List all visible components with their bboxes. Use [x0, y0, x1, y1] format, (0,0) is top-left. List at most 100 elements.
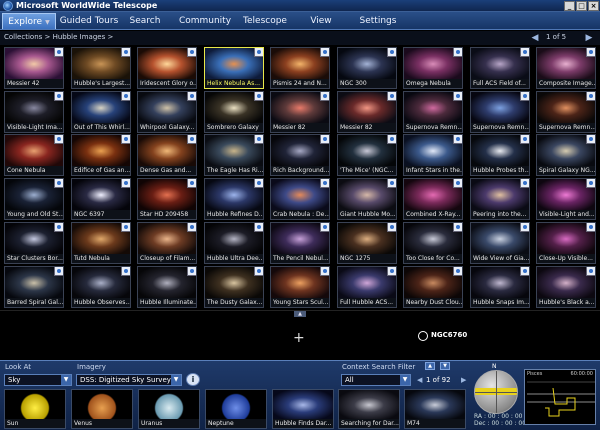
web-link-icon[interactable] — [187, 92, 196, 101]
web-link-icon[interactable] — [453, 48, 462, 57]
thumbnail-card[interactable]: Hubble Illuminate... — [137, 266, 197, 308]
planet-card[interactable]: Venus — [71, 389, 133, 429]
web-link-icon[interactable] — [387, 267, 396, 276]
thumbnail-card[interactable]: Crab Nebula : De... — [270, 178, 330, 220]
thumbnail-card[interactable]: Supernova Remn... — [536, 91, 596, 133]
tab-guided-tours[interactable]: Guided Tours — [58, 13, 120, 29]
web-link-icon[interactable] — [121, 135, 130, 144]
web-link-icon[interactable] — [320, 135, 329, 144]
web-link-icon[interactable] — [254, 223, 263, 232]
thumbnail-card[interactable]: NGC 1275 — [337, 222, 397, 264]
web-link-icon[interactable] — [320, 267, 329, 276]
web-link-icon[interactable] — [54, 223, 63, 232]
thumbnail-card[interactable]: Young Stars Scul... — [270, 266, 330, 308]
thumbnail-card[interactable]: Closeup of Filam... — [137, 222, 197, 264]
web-link-icon[interactable] — [320, 48, 329, 57]
info-button[interactable]: i — [186, 373, 200, 386]
tab-telescope[interactable]: Telescope — [240, 13, 290, 29]
thumbnail-card[interactable]: Messier 42 — [4, 47, 64, 89]
thumbnail-card[interactable]: Hubble Snaps Im... — [470, 266, 530, 308]
web-link-icon[interactable] — [187, 48, 196, 57]
thumbnail-card[interactable]: 'The Mice' (NGC... — [337, 134, 397, 176]
web-link-icon[interactable] — [254, 135, 263, 144]
web-link-icon[interactable] — [121, 92, 130, 101]
web-link-icon[interactable] — [520, 267, 529, 276]
thumbnail-card[interactable]: Spiral Galaxy NG... — [536, 134, 596, 176]
minimize-button[interactable]: _ — [564, 1, 575, 11]
web-link-icon[interactable] — [586, 267, 595, 276]
web-link-icon[interactable] — [586, 179, 595, 188]
web-link-icon[interactable] — [387, 179, 396, 188]
thumbnail-card[interactable]: Messier 82 — [270, 91, 330, 133]
next-page-icon[interactable]: ▶ — [584, 32, 594, 44]
tab-search[interactable]: Search — [122, 13, 168, 29]
web-link-icon[interactable] — [320, 92, 329, 101]
maximize-button[interactable]: □ — [576, 1, 587, 11]
thumbnail-card[interactable]: Peering into the... — [470, 178, 530, 220]
thumbnail-card[interactable]: Full Hubble ACS... — [337, 266, 397, 308]
thumbnail-card[interactable]: Full ACS Field of... — [470, 47, 530, 89]
web-link-icon[interactable] — [187, 223, 196, 232]
thumbnail-card[interactable]: Cone Nebula — [4, 134, 64, 176]
web-link-icon[interactable] — [54, 92, 63, 101]
web-link-icon[interactable] — [453, 223, 462, 232]
thumbnail-card[interactable]: Combined X-Ray... — [403, 178, 463, 220]
web-link-icon[interactable] — [586, 223, 595, 232]
thumbnail-card[interactable]: Sombrero Galaxy — [204, 91, 264, 133]
web-link-icon[interactable] — [520, 48, 529, 57]
web-link-icon[interactable] — [387, 48, 396, 57]
thumbnail-card[interactable]: Visible-Light Ima... — [4, 91, 64, 133]
look-at-dropdown[interactable]: Sky ▼ — [4, 374, 72, 386]
web-link-icon[interactable] — [387, 135, 396, 144]
web-link-icon[interactable] — [453, 179, 462, 188]
context-filter-dropdown[interactable]: All ▼ — [341, 374, 411, 386]
sky-globe-icon[interactable] — [474, 370, 518, 414]
thumbnail-card[interactable]: The Pencil Nebul... — [270, 222, 330, 264]
thumbnail-card[interactable]: Dense Gas and... — [137, 134, 197, 176]
web-link-icon[interactable] — [320, 223, 329, 232]
close-button[interactable]: × — [588, 1, 599, 11]
thumbnail-card[interactable]: The Eagle Has Ri... — [204, 134, 264, 176]
thumbnail-card[interactable]: Rich Background... — [270, 134, 330, 176]
thumbnail-card[interactable]: Nearby Dust Clou... — [403, 266, 463, 308]
web-link-icon[interactable] — [453, 92, 462, 101]
thumbnail-card[interactable]: Supernova Remn... — [403, 91, 463, 133]
web-link-icon[interactable] — [520, 135, 529, 144]
thumbnail-card[interactable]: Wide View of Gia... — [470, 222, 530, 264]
thumbnail-card[interactable]: Tutd Nebula — [71, 222, 131, 264]
web-link-icon[interactable] — [121, 179, 130, 188]
thumbnail-card[interactable]: Hubble Ultra Dee... — [204, 222, 264, 264]
web-link-icon[interactable] — [54, 135, 63, 144]
planet-card[interactable]: Uranus — [138, 389, 200, 429]
tab-explore[interactable]: Explore ▼ — [2, 13, 56, 29]
thumbnail-card[interactable]: Hubble Observes... — [71, 266, 131, 308]
web-link-icon[interactable] — [586, 135, 595, 144]
target-ring-icon[interactable] — [418, 331, 428, 341]
web-link-icon[interactable] — [520, 92, 529, 101]
web-link-icon[interactable] — [121, 267, 130, 276]
web-link-icon[interactable] — [54, 48, 63, 57]
web-link-icon[interactable] — [254, 92, 263, 101]
thumbnail-card[interactable]: Supernova Remn... — [470, 91, 530, 133]
sky-view[interactable]: ▲ + NGC6760 — [0, 310, 600, 360]
thumbnail-card[interactable]: Too Close for Co... — [403, 222, 463, 264]
web-link-icon[interactable] — [453, 135, 462, 144]
tab-settings[interactable]: Settings — [350, 13, 406, 29]
web-link-icon[interactable] — [320, 179, 329, 188]
thumbnail-card[interactable]: Helix Nebula As... — [204, 47, 264, 89]
web-link-icon[interactable] — [121, 48, 130, 57]
thumbnail-card[interactable]: Messier 82 — [337, 91, 397, 133]
thumbnail-card[interactable]: Pismis 24 and N... — [270, 47, 330, 89]
thumbnail-card[interactable]: Hubble's Black a... — [536, 266, 596, 308]
web-link-icon[interactable] — [254, 48, 263, 57]
constellation-map[interactable]: Pisces 60:00:00 — [524, 369, 596, 425]
thumbnail-card[interactable]: Infant Stars in the... — [403, 134, 463, 176]
thumbnail-card[interactable]: Visible-Light and... — [536, 178, 596, 220]
context-result-card[interactable]: Hubble Finds Dar... — [272, 389, 334, 429]
thumbnail-card[interactable]: Star Clusters Bor... — [4, 222, 64, 264]
web-link-icon[interactable] — [586, 92, 595, 101]
web-link-icon[interactable] — [520, 179, 529, 188]
thumbnail-card[interactable]: Giant Hubble Mo... — [337, 178, 397, 220]
thumbnail-card[interactable]: Edifice of Gas an... — [71, 134, 131, 176]
tab-community[interactable]: Community — [176, 13, 234, 29]
